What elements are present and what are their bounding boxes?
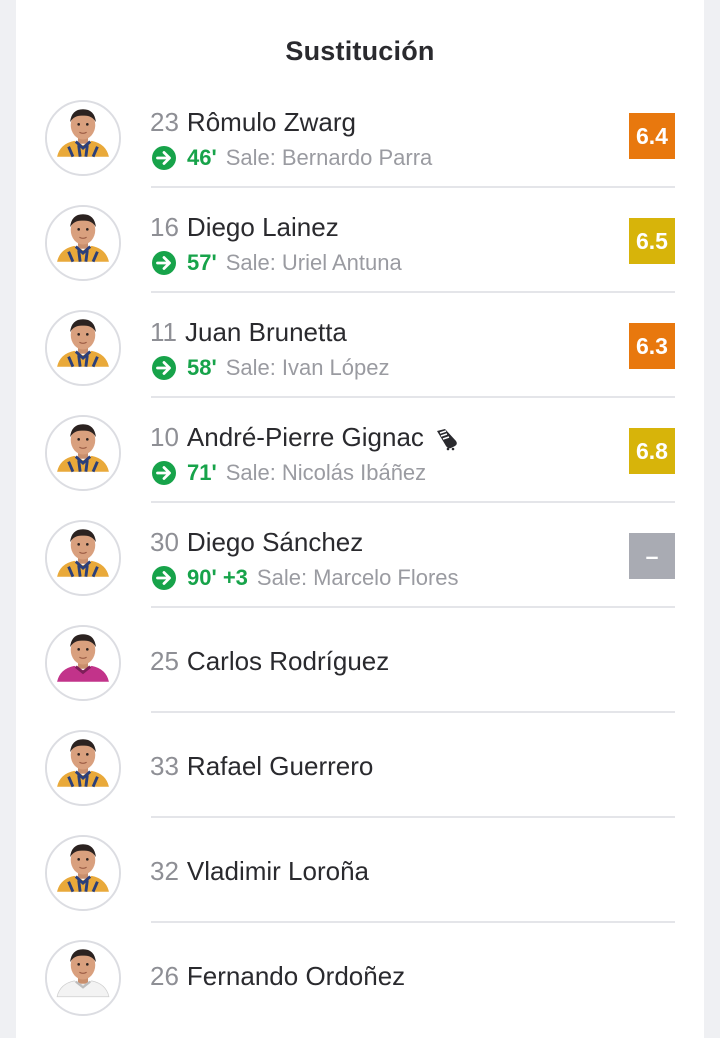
rating-badge[interactable]: 6.8 — [629, 428, 675, 474]
player-name-line: 32 Vladimir Loroña — [150, 856, 369, 887]
boot-icon — [436, 428, 457, 450]
rating-badge[interactable]: 6.5 — [629, 218, 675, 264]
player-number: 30 — [150, 527, 179, 557]
player-name-line: 10 André-Pierre Gignac — [150, 422, 460, 453]
substitution-info: 71' Sale: Nicolás Ibáñez — [151, 460, 426, 486]
rating-badge[interactable]: 6.3 — [629, 323, 675, 369]
sub-minute: 90' +3 — [187, 565, 248, 590]
player-photo — [47, 942, 119, 1014]
sub-minute: 71' — [187, 460, 217, 485]
player-number: 25 — [150, 646, 179, 676]
sale-label: Sale: — [225, 250, 276, 275]
sale-label: Sale: — [225, 355, 276, 380]
player-avatar[interactable] — [45, 520, 121, 596]
section-title: Sustitución — [285, 36, 435, 66]
player-name-line: 11 Juan Brunetta — [150, 317, 347, 348]
player-name[interactable]: Diego Lainez — [187, 212, 339, 243]
substitution-info: 57' Sale: Uriel Antuna — [151, 250, 402, 276]
substitutes-list: 23 Rômulo Zwarg 46' Sale: Bernardo Parra 6.… — [16, 83, 704, 1028]
player-photo — [47, 417, 119, 489]
replaced-player-name[interactable]: Uriel Antuna — [282, 250, 402, 276]
player-row[interactable]: 33 Rafael Guerrero — [16, 713, 704, 818]
sub-in-arrow-icon — [152, 146, 176, 170]
player-number: 32 — [150, 856, 179, 886]
sale-label: Sale: — [225, 460, 276, 485]
player-row[interactable]: 16 Diego Lainez 57' Sale: Uriel Antuna 6.5 — [16, 188, 704, 293]
player-row[interactable]: 32 Vladimir Loroña — [16, 818, 704, 923]
player-number: 11 — [150, 317, 177, 347]
player-photo — [47, 102, 119, 174]
player-row[interactable]: 10 André-Pierre Gignac 71' Sale: Nicolás I… — [16, 398, 704, 503]
sub-minute: 46' — [187, 145, 217, 170]
player-row[interactable]: 23 Rômulo Zwarg 46' Sale: Bernardo Parra 6.… — [16, 83, 704, 188]
replaced-player-name[interactable]: Bernardo Parra — [282, 145, 432, 171]
sub-in-arrow-icon — [152, 566, 176, 590]
substitution-info: 90' +3 Sale: Marcelo Flores — [151, 565, 459, 591]
player-name[interactable]: Rafael Guerrero — [187, 751, 373, 782]
sub-in-arrow-icon — [152, 356, 176, 380]
sale-label: Sale: — [256, 565, 308, 590]
player-name-line: 23 Rômulo Zwarg — [150, 107, 356, 138]
player-row[interactable]: 30 Diego Sánchez 90' +3 Sale: Marcelo Flor… — [16, 503, 704, 608]
player-avatar[interactable] — [45, 730, 121, 806]
player-row[interactable]: 25 Carlos Rodríguez — [16, 608, 704, 713]
substitution-info: 58' Sale: Ivan López — [151, 355, 390, 381]
rating-badge[interactable]: – — [629, 533, 675, 579]
substitution-info: 46' Sale: Bernardo Parra — [151, 145, 432, 171]
replaced-player-name[interactable]: Nicolás Ibáñez — [282, 460, 426, 486]
player-name[interactable]: Juan Brunetta — [185, 317, 347, 348]
player-photo — [47, 732, 119, 804]
substitutes-card: Sustitución 23 Rômulo Zwarg 46' Sale: Bern… — [16, 0, 704, 1038]
player-avatar[interactable] — [45, 940, 121, 1016]
player-photo — [47, 312, 119, 384]
player-photo — [47, 522, 119, 594]
player-avatar[interactable] — [45, 625, 121, 701]
player-photo — [47, 627, 119, 699]
replaced-player-name[interactable]: Marcelo Flores — [313, 565, 458, 591]
player-photo — [47, 207, 119, 279]
sub-minute: 57' — [187, 250, 217, 275]
player-row[interactable]: 26 Fernando Ordoñez — [16, 923, 704, 1028]
player-name[interactable]: Rômulo Zwarg — [187, 107, 356, 138]
rating-badge[interactable]: 6.4 — [629, 113, 675, 159]
player-name[interactable]: Carlos Rodríguez — [187, 646, 389, 677]
player-number: 23 — [150, 107, 179, 137]
player-name-line: 30 Diego Sánchez — [150, 527, 363, 558]
sale-label: Sale: — [225, 145, 276, 170]
replaced-player-name[interactable]: Ivan López — [282, 355, 390, 381]
player-avatar[interactable] — [45, 100, 121, 176]
player-avatar[interactable] — [45, 415, 121, 491]
sub-in-arrow-icon — [152, 461, 176, 485]
player-name-line: 33 Rafael Guerrero — [150, 751, 373, 782]
player-name[interactable]: Vladimir Loroña — [187, 856, 369, 887]
player-name-line: 26 Fernando Ordoñez — [150, 961, 405, 992]
player-number: 33 — [150, 751, 179, 781]
player-number: 10 — [150, 422, 179, 452]
player-number: 16 — [150, 212, 179, 242]
sub-minute: 58' — [187, 355, 217, 380]
player-number: 26 — [150, 961, 179, 991]
player-name-line: 16 Diego Lainez — [150, 212, 339, 243]
player-avatar[interactable] — [45, 310, 121, 386]
player-avatar[interactable] — [45, 205, 121, 281]
player-row[interactable]: 11 Juan Brunetta 58' Sale: Ivan López 6.3 — [16, 293, 704, 398]
player-avatar[interactable] — [45, 835, 121, 911]
player-name-line: 25 Carlos Rodríguez — [150, 646, 389, 677]
player-name[interactable]: Diego Sánchez — [187, 527, 363, 558]
player-name[interactable]: Fernando Ordoñez — [187, 961, 405, 992]
player-name[interactable]: André-Pierre Gignac — [187, 422, 424, 453]
sub-in-arrow-icon — [152, 251, 176, 275]
player-photo — [47, 837, 119, 909]
